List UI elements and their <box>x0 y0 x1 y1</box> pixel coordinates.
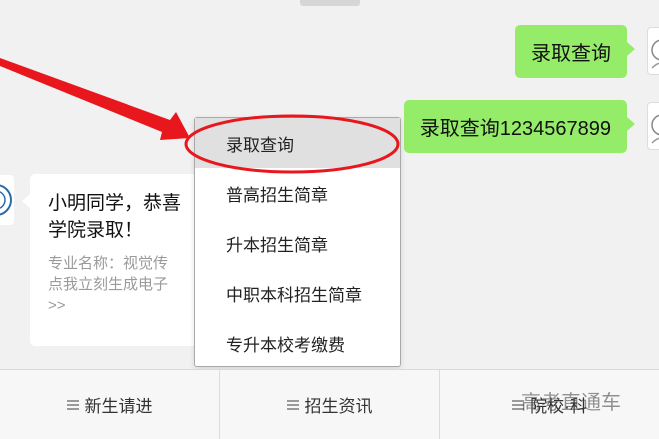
avatar[interactable] <box>647 102 659 150</box>
menu-item-exam-fee-payment[interactable]: 专升本校考缴费 <box>195 318 400 368</box>
card-description-line: 点我立刻生成电子 <box>48 276 169 293</box>
menu-item-label: 升本招生简章 <box>226 235 328 255</box>
menu-item-upgrade-admission-guide[interactable]: 升本招生简章 <box>195 218 400 268</box>
annotation-arrow <box>0 58 190 140</box>
card-headline-line: 小明同学，恭喜 <box>48 193 182 214</box>
school-logo-avatar[interactable] <box>0 175 14 225</box>
popup-submenu: 录取查询 普高招生简章 升本招生简章 中职本科招生简章 专升本校考缴费 <box>194 117 401 367</box>
menu-item-label: 中职本科招生简章 <box>226 285 362 305</box>
card-headline-line: 学院录取！ <box>48 220 144 241</box>
avatar[interactable] <box>647 27 659 75</box>
card-description-line: >> <box>48 297 66 314</box>
menu-item-general-admission-guide[interactable]: 普高招生简章 <box>195 168 400 218</box>
bottom-tab-admission-news[interactable]: 招生资讯 <box>220 370 440 439</box>
bottom-tab-label: 新生请进 <box>84 397 153 416</box>
message-text: 录取查询 <box>531 43 611 65</box>
card-description: 专业名称：视觉传 点我立刻生成电子 >> <box>48 253 198 316</box>
bottom-tab-new-students[interactable]: 新生请进 <box>0 370 220 439</box>
menu-item-vocational-admission-guide[interactable]: 中职本科招生简章 <box>195 268 400 318</box>
watermark: 高考直通车 <box>521 392 621 414</box>
menu-item-admission-query[interactable]: 录取查询 <box>195 118 400 168</box>
card-description-line: 专业名称：视觉传 <box>48 255 169 272</box>
menu-item-label: 专升本校考缴费 <box>226 335 345 355</box>
top-edge-bar <box>300 0 360 6</box>
menu-icon <box>66 399 79 410</box>
bottom-tab-label: 招生资讯 <box>304 397 373 416</box>
message-text: 录取查询1234567899 <box>419 118 611 140</box>
menu-icon <box>286 399 299 410</box>
card-headline: 小明同学，恭喜 学院录取！ <box>48 190 198 244</box>
outgoing-message[interactable]: 录取查询1234567899 <box>403 100 636 153</box>
menu-item-label: 普高招生简章 <box>226 185 328 205</box>
menu-item-label: 录取查询 <box>226 135 294 155</box>
outgoing-message[interactable]: 录取查询 <box>515 25 635 78</box>
